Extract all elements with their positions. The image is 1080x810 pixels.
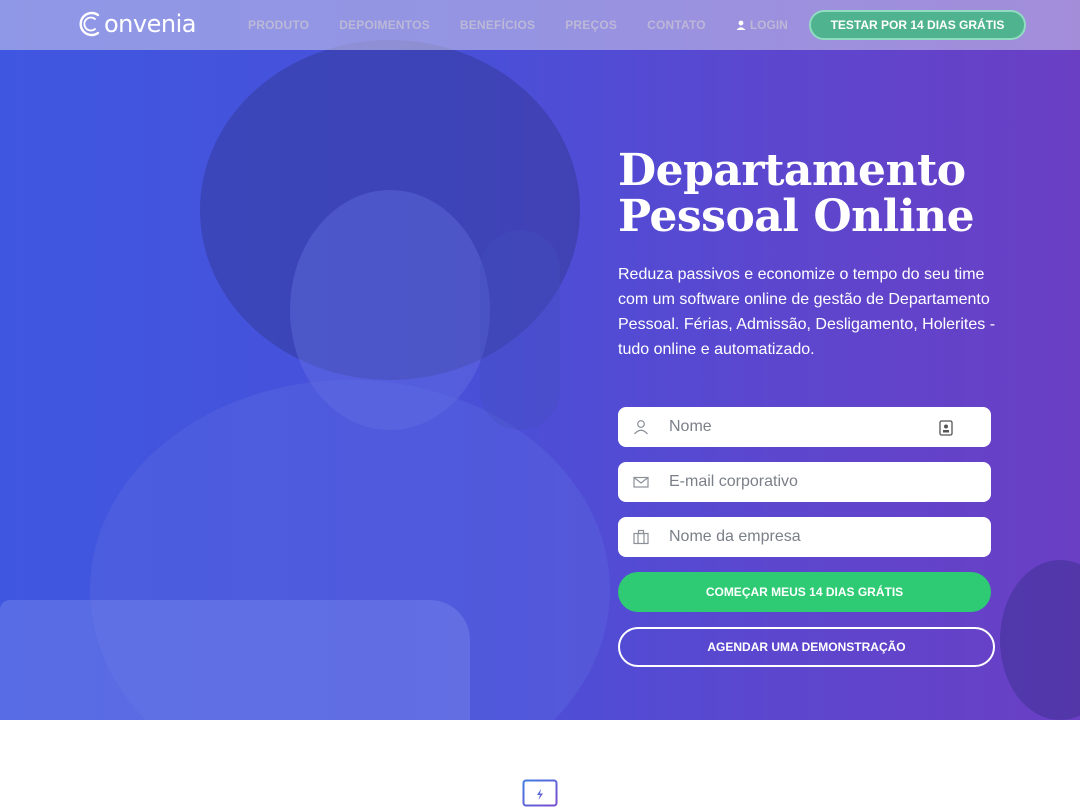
top-navbar: onvenia PRODUTO DEPOIMENTOS BENEFÍCIOS P… xyxy=(0,0,1080,50)
window-bolt-icon xyxy=(522,779,558,807)
envelope-icon xyxy=(633,476,649,488)
nav-link-contato[interactable]: CONTATO xyxy=(647,18,706,32)
nav-links: PRODUTO DEPOIMENTOS BENEFÍCIOS PREÇOS CO… xyxy=(248,0,788,50)
nav-link-precos[interactable]: PREÇOS xyxy=(565,18,617,32)
user-icon xyxy=(736,20,746,30)
email-input[interactable] xyxy=(669,462,949,502)
hero-section: onvenia PRODUTO DEPOIMENTOS BENEFÍCIOS P… xyxy=(0,0,1080,720)
logo-mark-icon xyxy=(79,11,100,37)
brand-logo[interactable]: onvenia xyxy=(78,8,196,40)
nav-link-produto[interactable]: PRODUTO xyxy=(248,18,309,32)
briefcase-icon xyxy=(633,529,649,545)
title-line-2: Pessoal Online xyxy=(618,191,975,242)
contact-card-icon xyxy=(939,420,953,436)
trial-cta-button[interactable]: TESTAR POR 14 DIAS GRÁTIS xyxy=(809,10,1026,40)
title-line-1: Departamento xyxy=(618,145,966,196)
email-field[interactable] xyxy=(618,462,991,502)
nav-link-depoimentos[interactable]: DEPOIMENTOS xyxy=(339,18,430,32)
nav-login-link[interactable]: LOGIN xyxy=(736,18,788,32)
person-icon xyxy=(634,420,648,435)
nav-login-label: LOGIN xyxy=(749,18,788,32)
name-input[interactable] xyxy=(669,407,949,447)
name-field[interactable] xyxy=(618,407,991,447)
company-field[interactable] xyxy=(618,517,991,557)
schedule-demo-button[interactable]: AGENDAR UMA DEMONSTRAÇÃO xyxy=(618,627,995,667)
page-title: Departamento Pessoal Online xyxy=(618,148,1038,240)
nav-link-beneficios[interactable]: BENEFÍCIOS xyxy=(460,18,535,32)
start-trial-button[interactable]: COMEÇAR MEUS 14 DIAS GRÁTIS xyxy=(618,572,991,612)
company-input[interactable] xyxy=(669,517,949,557)
brand-name: onvenia xyxy=(104,10,196,38)
hero-description: Reduza passivos e economize o tempo do s… xyxy=(618,266,996,358)
